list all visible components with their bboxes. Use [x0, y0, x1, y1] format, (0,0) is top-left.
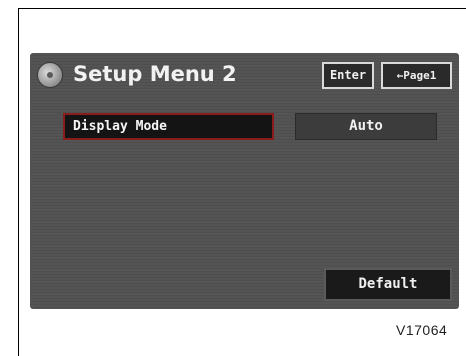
display-mode-value[interactable]: Auto: [295, 113, 437, 140]
disc-icon: [37, 62, 63, 88]
enter-button[interactable]: Enter: [322, 62, 374, 89]
default-button[interactable]: Default: [324, 268, 452, 301]
figure-caption: V17064: [396, 322, 448, 338]
display-mode-item[interactable]: Display Mode: [63, 113, 274, 140]
page1-button[interactable]: ←Page1: [381, 62, 452, 89]
page-title: Setup Menu 2: [73, 62, 237, 86]
